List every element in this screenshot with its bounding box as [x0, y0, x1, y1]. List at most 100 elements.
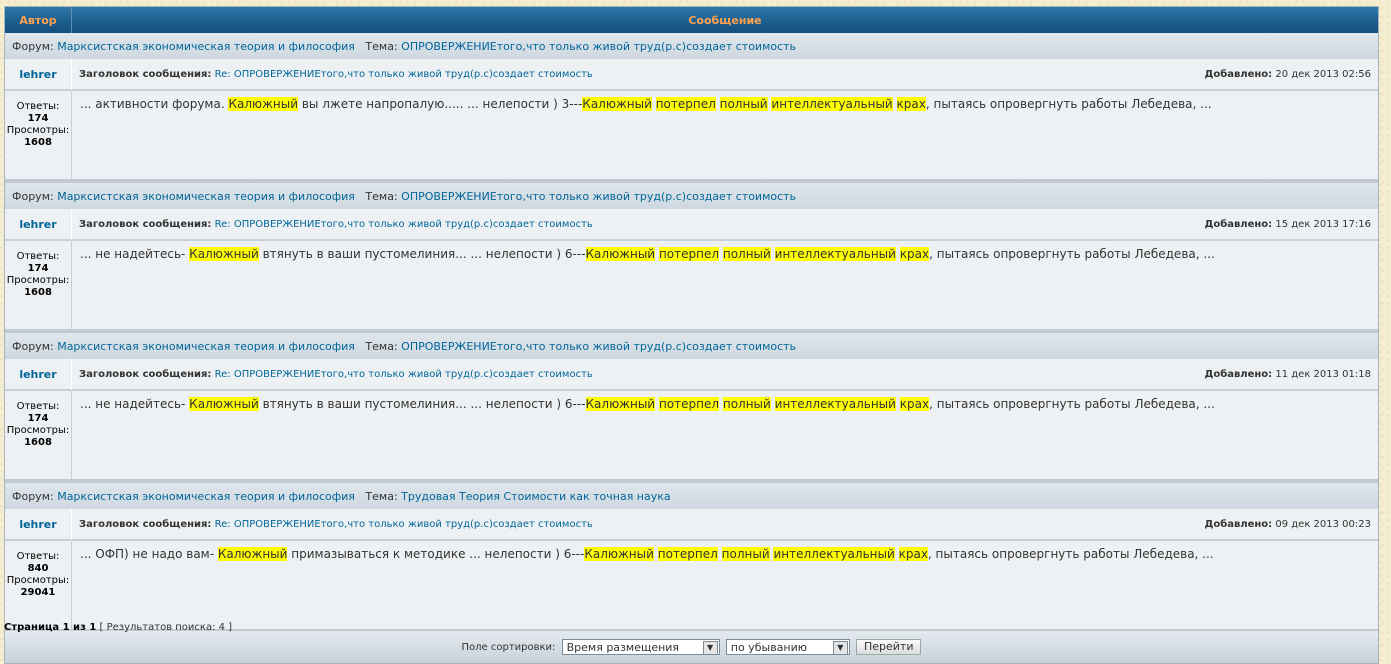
forum-label: Форум:	[12, 339, 54, 353]
sort-bar: Поле сортировки: Время размещения ▼ по у…	[5, 629, 1378, 663]
forum-link[interactable]: Марксистская экономическая теория и фило…	[57, 190, 355, 203]
views-label: Просмотры:	[6, 125, 70, 136]
post-date: Добавлено: 09 дек 2013 00:23	[1204, 519, 1371, 530]
search-highlight: полный	[719, 97, 768, 111]
post-date: Добавлено: 15 дек 2013 17:16	[1204, 219, 1371, 230]
text-segment: ... активности форума.	[80, 97, 229, 111]
table-header-row: Автор Сообщение	[5, 7, 1378, 33]
topic-stats: Ответы: 174 Просмотры: 1608	[5, 241, 72, 329]
search-highlight: потерпел	[657, 547, 718, 561]
post-header-row: lehrer Добавлено: 11 дек 2013 01:18 Заголо…	[5, 359, 1378, 391]
views-count: 1608	[24, 137, 52, 148]
post-subject-link[interactable]: Re: ОПРОВЕРЖЕНИЕтого,что только живой тр…	[215, 219, 593, 230]
post-subject-cell: Добавлено: 20 дек 2013 02:56 Заголовок со…	[72, 59, 1378, 91]
search-highlight: Калюжный	[582, 97, 652, 111]
author-link[interactable]: lehrer	[5, 59, 72, 91]
search-highlight: крах	[896, 97, 926, 111]
text-segment: втянуть в ваши пустомелиния... ... нелеп…	[258, 247, 586, 261]
page-current: 1	[62, 622, 70, 633]
sort-bar-row: Поле сортировки: Время размещения ▼ по у…	[5, 629, 1378, 663]
go-button[interactable]: Перейти	[855, 639, 922, 655]
search-highlight: Калюжный	[217, 547, 288, 561]
forum-topic-cell: Форум: Марксистская экономическая теория…	[5, 479, 1378, 509]
added-label: Добавлено:	[1204, 218, 1273, 230]
topic-link[interactable]: ОПРОВЕРЖЕНИЕтого,что только живой труд(р…	[401, 40, 796, 53]
chevron-down-icon[interactable]: ▼	[832, 641, 848, 655]
replies-label: Ответы:	[16, 101, 60, 112]
post-body-row: Ответы: 174 Просмотры: 1608... не надейтесь…	[5, 391, 1378, 479]
chevron-down-icon[interactable]: ▼	[702, 641, 718, 655]
topic-label: Тема:	[365, 489, 398, 503]
views-label: Просмотры:	[6, 425, 70, 436]
topic-link[interactable]: Трудовая Теория Стоимости как точная нау…	[401, 490, 670, 503]
search-highlight: потерпел	[658, 247, 720, 261]
author-link[interactable]: lehrer	[5, 509, 72, 541]
post-subject-cell: Добавлено: 11 дек 2013 01:18 Заголовок со…	[72, 359, 1378, 391]
views-count: 1608	[24, 287, 52, 298]
post-body-row: Ответы: 174 Просмотры: 1608... активности ф…	[5, 91, 1378, 179]
author-link[interactable]: lehrer	[5, 209, 72, 241]
sort-order-select[interactable]: по убыванию ▼	[725, 639, 850, 655]
post-subject-link[interactable]: Re: ОПРОВЕРЖЕНИЕтого,что только живой тр…	[215, 69, 593, 80]
replies-label: Ответы:	[16, 551, 60, 562]
search-highlight: интеллектуальный	[774, 247, 896, 261]
topic-stats: Ответы: 840 Просмотры: 29041	[5, 541, 72, 629]
forum-link[interactable]: Марксистская экономическая теория и фило…	[57, 40, 355, 53]
text-segment: вы лжете напропалую..... ... нелепости )…	[298, 97, 583, 111]
topic-link[interactable]: ОПРОВЕРЖЕНИЕтого,что только живой труд(р…	[401, 340, 796, 353]
forum-topic-row: Форум: Марксистская экономическая теория…	[5, 33, 1378, 59]
search-highlight: интеллектуальный	[771, 97, 893, 111]
text-segment: , пытаясь опровергнуть работы Лебедева, …	[925, 97, 1212, 111]
views-label: Просмотры:	[6, 275, 70, 286]
post-header-row: lehrer Добавлено: 20 дек 2013 02:56 Заголо…	[5, 59, 1378, 91]
post-date-value: 09 дек 2013 00:23	[1275, 518, 1371, 530]
search-highlight: потерпел	[658, 397, 720, 411]
search-highlight: потерпел	[655, 97, 716, 111]
pagination-footer: Страница 1 из 1 [ Результатов поиска: 4 …	[4, 622, 232, 633]
sort-field-label: Поле сортировки:	[461, 642, 556, 653]
search-highlight: полный	[722, 247, 771, 261]
added-label: Добавлено:	[1204, 68, 1273, 80]
post-subject-link[interactable]: Re: ОПРОВЕРЖЕНИЕтого,что только живой тр…	[215, 519, 593, 530]
subject-label: Заголовок сообщения:	[79, 218, 212, 230]
forum-link[interactable]: Марксистская экономическая теория и фило…	[57, 490, 355, 503]
search-highlight: Калюжный	[228, 97, 299, 111]
topic-link[interactable]: ОПРОВЕРЖЕНИЕтого,что только живой труд(р…	[401, 190, 796, 203]
post-date-value: 11 дек 2013 01:18	[1275, 368, 1371, 380]
replies-label: Ответы:	[16, 401, 60, 412]
forum-topic-cell: Форум: Марксистская экономическая теория…	[5, 329, 1378, 359]
post-body-row: Ответы: 174 Просмотры: 1608... не надейтесь…	[5, 241, 1378, 329]
search-highlight: Калюжный	[189, 397, 259, 411]
post-excerpt: ... не надейтесь- Калюжный втянуть в ваш…	[72, 391, 1378, 479]
added-label: Добавлено:	[1204, 368, 1273, 380]
results-table: Автор Сообщение Форум: Марксистская экон…	[4, 6, 1379, 664]
search-highlight: Калюжный	[584, 547, 654, 561]
views-label: Просмотры:	[6, 575, 70, 586]
search-highlight: крах	[899, 397, 930, 411]
page-of: из	[69, 622, 90, 633]
text-segment: ... ОФП) не надо вам-	[80, 547, 218, 561]
topic-label: Тема:	[365, 39, 398, 53]
sort-field-select[interactable]: Время размещения ▼	[561, 639, 720, 655]
search-highlight: интеллектуальный	[773, 547, 895, 561]
post-header-row: lehrer Добавлено: 15 дек 2013 17:16 Заголо…	[5, 209, 1378, 241]
topic-stats: Ответы: 174 Просмотры: 1608	[5, 91, 72, 179]
forum-label: Форум:	[12, 39, 54, 53]
post-body-row: Ответы: 840 Просмотры: 29041... ОФП) не над…	[5, 541, 1378, 629]
replies-count: 174	[27, 113, 49, 124]
post-excerpt: ... активности форума. Калюжный вы лжете…	[72, 91, 1378, 179]
post-excerpt: ... не надейтесь- Калюжный втянуть в ваш…	[72, 241, 1378, 329]
search-highlight: Калюжный	[585, 397, 656, 411]
post-excerpt: ... ОФП) не надо вам- Калюжный примазыва…	[72, 541, 1378, 629]
author-link[interactable]: lehrer	[5, 359, 72, 391]
text-segment: , пытаясь опровергнуть работы Лебедева, …	[929, 397, 1215, 411]
forum-topic-row: Форум: Марксистская экономическая теория…	[5, 329, 1378, 359]
post-date-value: 20 дек 2013 02:56	[1275, 68, 1371, 80]
post-subject-link[interactable]: Re: ОПРОВЕРЖЕНИЕтого,что только живой тр…	[215, 369, 593, 380]
forum-label: Форум:	[12, 489, 54, 503]
forum-link[interactable]: Марксистская экономическая теория и фило…	[57, 340, 355, 353]
text-segment: ... не надейтесь-	[80, 247, 190, 261]
forum-topic-cell: Форум: Марксистская экономическая теория…	[5, 179, 1378, 209]
views-count: 1608	[24, 437, 52, 448]
search-results: Автор Сообщение Форум: Марксистская экон…	[4, 6, 1379, 664]
